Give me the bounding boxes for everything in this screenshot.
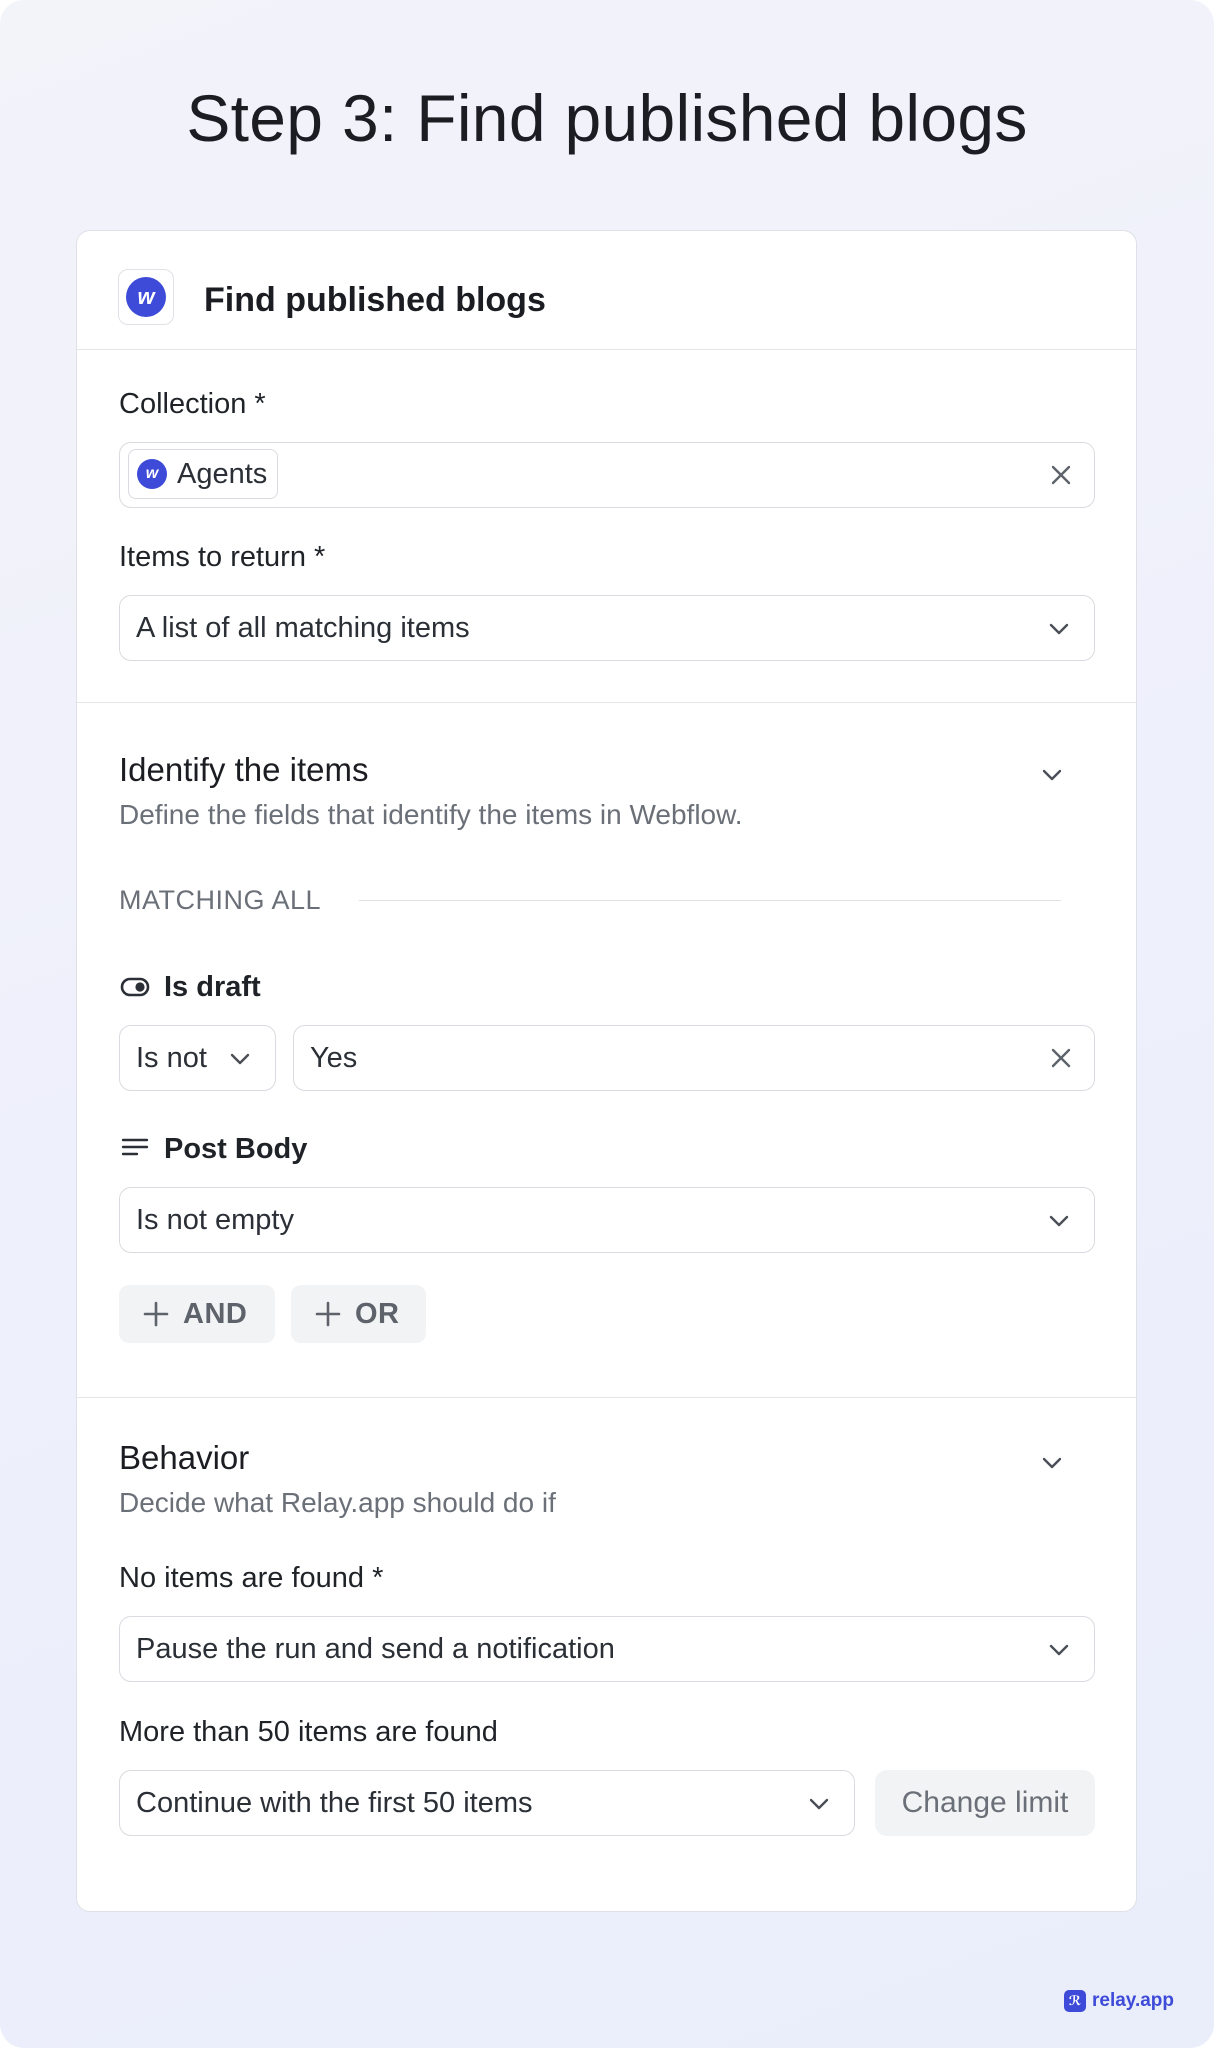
collection-label: Collection *	[119, 388, 266, 420]
add-and-label: AND	[183, 1297, 248, 1330]
matching-all-label: MATCHING ALL	[119, 885, 322, 915]
clear-icon[interactable]	[1050, 1047, 1072, 1069]
condition-operator-value: Is not	[136, 1042, 207, 1074]
page-title: Step 3: Find published blogs	[186, 81, 1028, 155]
change-limit-button[interactable]: Change limit	[875, 1770, 1095, 1836]
chevron-down-icon	[1049, 1644, 1069, 1656]
add-and-button[interactable]: AND	[119, 1285, 275, 1343]
collection-value: Agents	[177, 457, 268, 490]
condition-value-field[interactable]: Yes	[293, 1025, 1095, 1091]
chevron-down-icon	[1049, 1215, 1069, 1227]
section-divider	[77, 702, 1136, 703]
card-header: w Find published blogs	[77, 231, 1136, 350]
text-lines-icon	[121, 1138, 149, 1156]
brand-logo: ℛ relay.app	[1064, 1990, 1174, 2012]
webflow-icon: w	[137, 459, 167, 489]
behavior-title: Behavior	[119, 1439, 250, 1476]
behavior-subtitle: Decide what Relay.app should do if	[119, 1487, 556, 1518]
collapse-behavior-chevron-icon[interactable]	[1041, 1452, 1063, 1474]
matching-rule	[359, 900, 1061, 901]
chevron-down-icon	[809, 1798, 829, 1810]
condition-operator-value: Is not empty	[136, 1204, 294, 1236]
brand-name: relay.app	[1092, 1990, 1175, 2011]
condition-operator-select[interactable]: Is not empty	[119, 1187, 1095, 1253]
plus-icon	[143, 1301, 169, 1327]
app-icon-box: w	[118, 269, 174, 325]
step-card: w Find published blogs Collection * w Ag…	[76, 230, 1137, 1912]
plus-icon	[315, 1301, 341, 1327]
condition-field-label: Is draft	[164, 971, 261, 1003]
section-divider	[77, 1397, 1136, 1398]
items-to-return-label: Items to return *	[119, 541, 326, 573]
more-than-value: Continue with the first 50 items	[136, 1787, 533, 1819]
relay-logo-icon: ℛ	[1064, 1990, 1086, 2012]
chevron-down-icon	[230, 1053, 250, 1065]
webflow-icon: w	[126, 277, 166, 317]
card-title: Find published blogs	[204, 281, 546, 319]
condition-field-label: Post Body	[164, 1133, 308, 1165]
condition-value: Yes	[310, 1042, 358, 1074]
items-to-return-select[interactable]: A list of all matching items	[119, 595, 1095, 661]
toggle-icon	[120, 977, 150, 997]
collapse-identify-chevron-icon[interactable]	[1041, 764, 1063, 786]
no-items-select[interactable]: Pause the run and send a notification	[119, 1616, 1095, 1682]
add-or-button[interactable]: OR	[291, 1285, 426, 1343]
collection-field[interactable]: w Agents	[119, 442, 1095, 508]
identify-title: Identify the items	[119, 751, 369, 788]
collection-chip[interactable]: w Agents	[128, 449, 279, 499]
chevron-down-icon	[1049, 623, 1069, 635]
no-items-value: Pause the run and send a notification	[136, 1633, 615, 1665]
more-than-label: More than 50 items are found	[119, 1716, 498, 1748]
page-background: Step 3: Find published blogs w Find publ…	[0, 0, 1214, 2048]
more-than-select[interactable]: Continue with the first 50 items	[119, 1770, 855, 1836]
condition-operator-select[interactable]: Is not	[119, 1025, 276, 1091]
items-to-return-value: A list of all matching items	[136, 612, 470, 644]
clear-icon[interactable]	[1050, 464, 1072, 486]
add-or-label: OR	[355, 1297, 400, 1330]
identify-subtitle: Define the fields that identify the item…	[119, 799, 743, 830]
no-items-label: No items are found *	[119, 1562, 384, 1594]
